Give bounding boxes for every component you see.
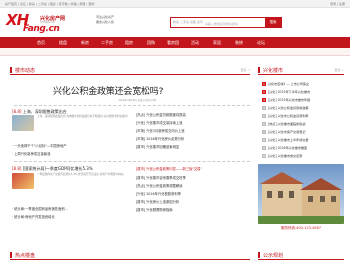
block1-summary: 上海、深圳限售政策出台,各地楼市调控政策仍在不断加码,对兴化楼市影响如何? (37, 115, 129, 118)
list-item[interactable]: [楼市] 兴化楼市迎来春季成交旺季 (136, 175, 186, 180)
nav-item[interactable]: 论坛 (250, 40, 272, 46)
public-planning-title: 公示规划 (263, 252, 284, 259)
hot-projects-title: 热点楼盘 (15, 252, 36, 259)
top-links[interactable]: 房产首页 | 论坛 | 新房 | 二手房 | 租房 | 写字楼 | 商铺 | 家… (5, 2, 94, 6)
top-right-links[interactable]: 登录 | 注册 (330, 2, 345, 6)
list-item[interactable]: 7 [兴化] 兴化市房产交易登记 (262, 129, 305, 134)
list-item-title[interactable]: [楼市] 兴化公积金政策问答——新三板"交易" (136, 166, 202, 171)
slogan: 专注兴化房产 服务兴化人民 (96, 15, 115, 24)
nav-item[interactable]: 首页 (30, 40, 52, 46)
nav-item[interactable]: 团购 (140, 40, 162, 46)
list-item[interactable]: 3 [兴化] 2015年兴化市楼市年报 (262, 97, 310, 102)
list-item[interactable]: 1 兴化市区域1 — 上市公司房企 (262, 81, 309, 86)
headline[interactable]: 兴化公积金政策还会宽松吗? (53, 84, 163, 97)
news-section-header: 楼市动态 更多 > (10, 66, 250, 75)
list-item[interactable]: [楼市] 兴化房价上涨原因分析 (136, 199, 179, 204)
list-item[interactable]: 4 [兴化] 兴化公积金贷款新政策 (262, 105, 309, 110)
nav-item[interactable]: 活动 (184, 40, 206, 46)
nav-item[interactable]: 二手房 (96, 40, 118, 46)
news-thumbnail[interactable] (12, 115, 34, 131)
nav-item[interactable]: 楼盘 (52, 40, 74, 46)
list-item[interactable]: · 统计局:房地产开发投资增长 (12, 214, 55, 219)
list-item[interactable]: 10 [兴化] 兴化楼市成交走势 (262, 153, 302, 158)
divider (14, 105, 250, 106)
divider (14, 161, 250, 162)
nav-item[interactable]: 装修 (228, 40, 250, 46)
dateline: 2016年4月18日 来源:兴化房产网 (118, 99, 156, 102)
site-logo[interactable]: XH Fang.cn 兴化房产网 XHFANG.CN (6, 11, 68, 36)
nav-item[interactable]: 租房 (118, 40, 140, 46)
right-more-link[interactable]: 更多 > (335, 68, 344, 72)
public-planning-header: 公示规划 (258, 251, 344, 260)
search-button[interactable]: 搜索 (265, 18, 281, 27)
search-box: 新房 二手房 出租 资讯 请输入楼盘名称或关键词 搜索 (170, 17, 282, 28)
search-input[interactable]: 请输入楼盘名称或关键词 (205, 18, 265, 27)
list-item[interactable]: [热点] 兴化公积金贷款额度将提高 (136, 112, 186, 117)
list-item[interactable]: [市场] 2016年兴化房价走势分析 (136, 136, 184, 141)
news-section-title: 楼市动态 (15, 67, 36, 74)
list-item[interactable]: [兴化] 2016年兴化首套房利率 (136, 191, 181, 196)
list-item[interactable]: · 统计局:一季度全国商品房销售面积... (12, 206, 68, 211)
hot-projects-header: 热点楼盘 (10, 251, 250, 260)
list-item[interactable]: · 上周兴化新房成交量暴涨 (12, 151, 50, 156)
nav-item[interactable]: 看房团 (162, 40, 184, 46)
list-item[interactable]: [热点] 兴化公积金政策调整解读 (136, 183, 182, 188)
nav-item[interactable]: 家居 (206, 40, 228, 46)
list-item[interactable]: [兴化] 兴化楼市成交量持续上涨 (136, 120, 182, 125)
list-item[interactable]: 6 [热点] 兴化楼市面临新挑战 (262, 121, 305, 126)
list-item[interactable]: [楼市] 兴化刚需购房指南 (136, 207, 173, 212)
search-tabs[interactable]: 新房 二手房 出租 资讯 (171, 18, 205, 27)
news-thumbnail[interactable] (12, 173, 34, 189)
list-item[interactable]: 5 [兴化] 兴化市公积金贷款利率 (262, 113, 309, 118)
nav-item[interactable]: 新房 (74, 40, 96, 46)
list-item[interactable]: [楼市] 兴化楼市回暖迹象明显 (136, 144, 179, 149)
top-bar: 房产首页 | 论坛 | 新房 | 二手房 | 租房 | 写字楼 | 商铺 | 家… (0, 0, 350, 8)
header: XH Fang.cn 兴化房产网 XHFANG.CN 专注兴化房产 服务兴化人民… (0, 8, 350, 37)
sub-nav (0, 48, 350, 56)
main-nav: 首页 楼盘 新房 二手房 租房 团购 看房团 活动 家居 装修 论坛 (0, 37, 350, 48)
block2-title[interactable]: [8.8] [国家统计局]一季度GDP同比增长5.3% (12, 166, 93, 172)
right-section-header: 兴化楼市 更多 > (258, 66, 344, 75)
list-item[interactable]: 2 [兴化] 2015年下半年兴化楼市 (262, 89, 310, 94)
list-item[interactable]: · 一天卖掉千个"小目标"—中国房地产 (12, 143, 67, 148)
building-illustration (258, 164, 344, 224)
list-item[interactable]: [市场] 兴化3月新房成交均价上涨 (136, 128, 185, 133)
right-section-title: 兴化楼市 (263, 67, 284, 74)
service-phone: 服务热线:400-123-4567 (281, 226, 321, 230)
banner-image[interactable] (258, 164, 344, 224)
news-more-link[interactable]: 更多 > (241, 68, 250, 72)
list-item[interactable]: 8 [兴化] 兴化楼市上半年成交量 (262, 137, 309, 142)
list-item[interactable]: 9 [兴化] 2016年兴化楼市展望 (262, 145, 307, 150)
block2-summary: 一季度国内生产总值同比增长5.3%,经济运行开局良好,房地产市场稳中向好。 (37, 173, 126, 176)
